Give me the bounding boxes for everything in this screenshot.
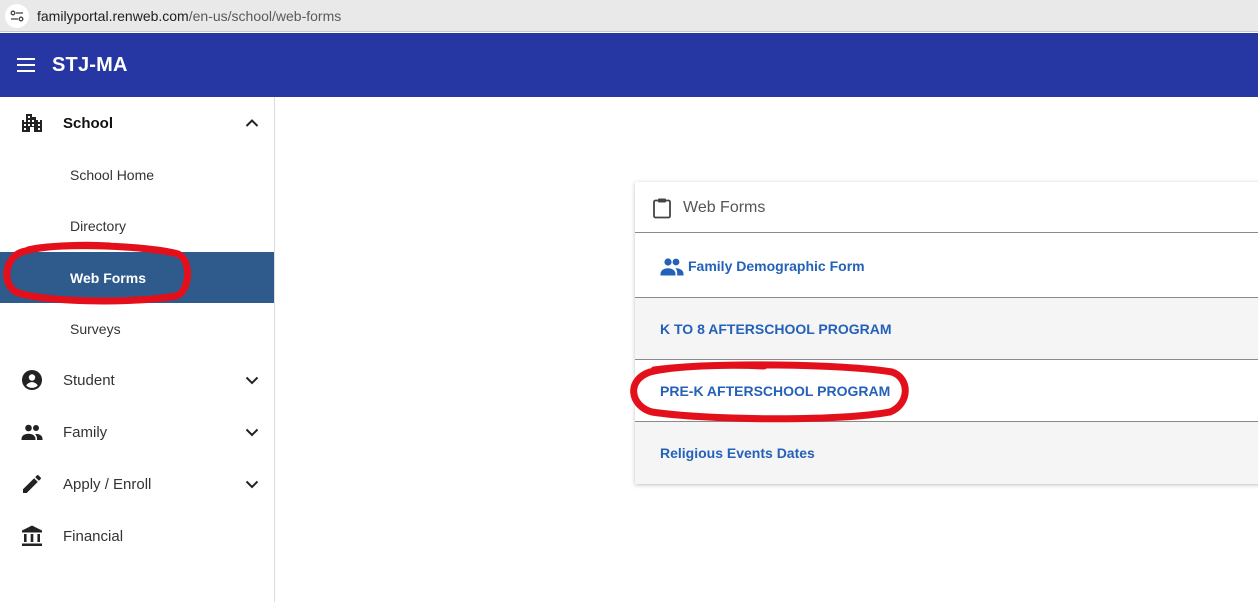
sidebar-item-label: Web Forms	[70, 269, 146, 286]
sidebar-item-directory[interactable]: Directory	[0, 200, 274, 251]
people-icon	[21, 424, 43, 440]
account-circle-icon	[22, 370, 42, 390]
sidebar-item-label: Directory	[70, 217, 127, 234]
web-forms-card: Web Forms Family Demographic Form K TO 8…	[635, 182, 1258, 484]
sidebar-group-label: Family	[63, 423, 108, 441]
chevron-down-icon	[245, 376, 259, 385]
sidebar-group-label: Student	[63, 371, 115, 389]
people-icon	[660, 258, 684, 276]
form-link-label: Family Demographic Form	[688, 258, 865, 274]
form-link-label: PRE-K AFTERSCHOOL PROGRAM	[660, 383, 891, 399]
url-host: familyportal.renweb.com	[37, 7, 189, 24]
hamburger-menu-icon[interactable]	[14, 53, 38, 77]
sidebar-group-label: Apply / Enroll	[63, 475, 152, 493]
sidebar-item-surveys[interactable]: Surveys	[0, 303, 274, 354]
app-header: STJ-MA	[0, 33, 1258, 97]
form-link-family-demographic[interactable]: Family Demographic Form	[635, 233, 1258, 298]
card-title: Web Forms	[683, 199, 766, 216]
sidebar: School School Home Directory Web Forms S…	[0, 97, 275, 602]
clipboard-icon	[653, 198, 671, 219]
sidebar-group-label: School	[63, 114, 114, 132]
browser-address-bar: familyportal.renweb.com/en-us/school/web…	[0, 0, 1258, 32]
pencil-icon	[23, 475, 41, 493]
chevron-down-icon	[245, 480, 259, 489]
sidebar-item-label: School Home	[70, 166, 155, 183]
app-title: STJ-MA	[52, 53, 128, 76]
sidebar-group-financial[interactable]: Financial	[0, 510, 274, 562]
sidebar-group-school[interactable]: School	[0, 97, 274, 149]
form-link-label: Religious Events Dates	[660, 445, 815, 461]
site-info-icon[interactable]	[5, 3, 29, 28]
card-header: Web Forms	[635, 182, 1258, 233]
school-building-icon	[22, 114, 42, 132]
form-link-pre-k-afterschool[interactable]: PRE-K AFTERSCHOOL PROGRAM	[635, 360, 1258, 422]
url-text[interactable]: familyportal.renweb.com/en-us/school/web…	[37, 8, 341, 24]
sidebar-item-web-forms[interactable]: Web Forms	[0, 252, 274, 303]
sidebar-item-school-home[interactable]: School Home	[0, 149, 274, 200]
sidebar-group-family[interactable]: Family	[0, 406, 274, 458]
sidebar-group-apply-enroll[interactable]: Apply / Enroll	[0, 458, 274, 510]
bank-icon	[22, 525, 42, 546]
chevron-up-icon	[245, 119, 259, 127]
sidebar-group-label: Financial	[63, 527, 124, 545]
form-link-label: K TO 8 AFTERSCHOOL PROGRAM	[660, 321, 892, 337]
form-link-religious-events[interactable]: Religious Events Dates	[635, 422, 1258, 484]
chevron-down-icon	[245, 428, 259, 437]
form-link-k-to-8-afterschool[interactable]: K TO 8 AFTERSCHOOL PROGRAM	[635, 298, 1258, 360]
sidebar-group-student[interactable]: Student	[0, 354, 274, 406]
sidebar-item-label: Surveys	[70, 320, 121, 337]
url-path: /en-us/school/web-forms	[188, 7, 342, 24]
